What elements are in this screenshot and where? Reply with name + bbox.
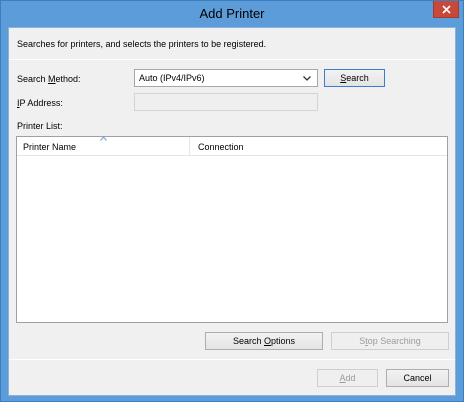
printer-list-label: Printer List:	[17, 121, 63, 131]
printer-list-header: Printer Name Connection	[17, 136, 447, 156]
column-header-connection[interactable]: Connection	[198, 142, 244, 152]
search-options-button[interactable]: Search Options	[205, 332, 323, 350]
search-method-value: Auto (IPv4/IPv6)	[139, 73, 205, 83]
description-text: Searches for printers, and selects the p…	[17, 39, 267, 49]
add-button[interactable]: Add	[317, 369, 378, 387]
ip-address-input[interactable]	[134, 93, 318, 111]
search-method-select[interactable]: Auto (IPv4/IPv6)	[134, 69, 318, 87]
search-method-label: Search Method:	[17, 74, 81, 84]
search-button[interactable]: Search	[324, 69, 385, 87]
printer-list[interactable]: Printer Name Connection	[16, 136, 448, 323]
chevron-down-icon	[303, 76, 311, 81]
divider	[9, 59, 455, 60]
close-button[interactable]	[433, 1, 459, 18]
stop-searching-button[interactable]: Stop Searching	[331, 332, 449, 350]
column-header-printer-name[interactable]: Printer Name	[23, 142, 76, 152]
ip-address-label: IP Address:	[17, 98, 63, 108]
add-printer-dialog: Add Printer Searches for printers, and s…	[0, 0, 464, 402]
close-icon	[441, 4, 451, 14]
title-bar[interactable]: Add Printer	[1, 1, 463, 27]
sort-ascending-icon	[100, 136, 107, 141]
window-title: Add Printer	[199, 6, 265, 21]
dialog-body: Searches for printers, and selects the p…	[8, 27, 456, 396]
column-divider[interactable]	[189, 137, 190, 156]
divider	[9, 359, 455, 360]
cancel-button[interactable]: Cancel	[386, 369, 449, 387]
